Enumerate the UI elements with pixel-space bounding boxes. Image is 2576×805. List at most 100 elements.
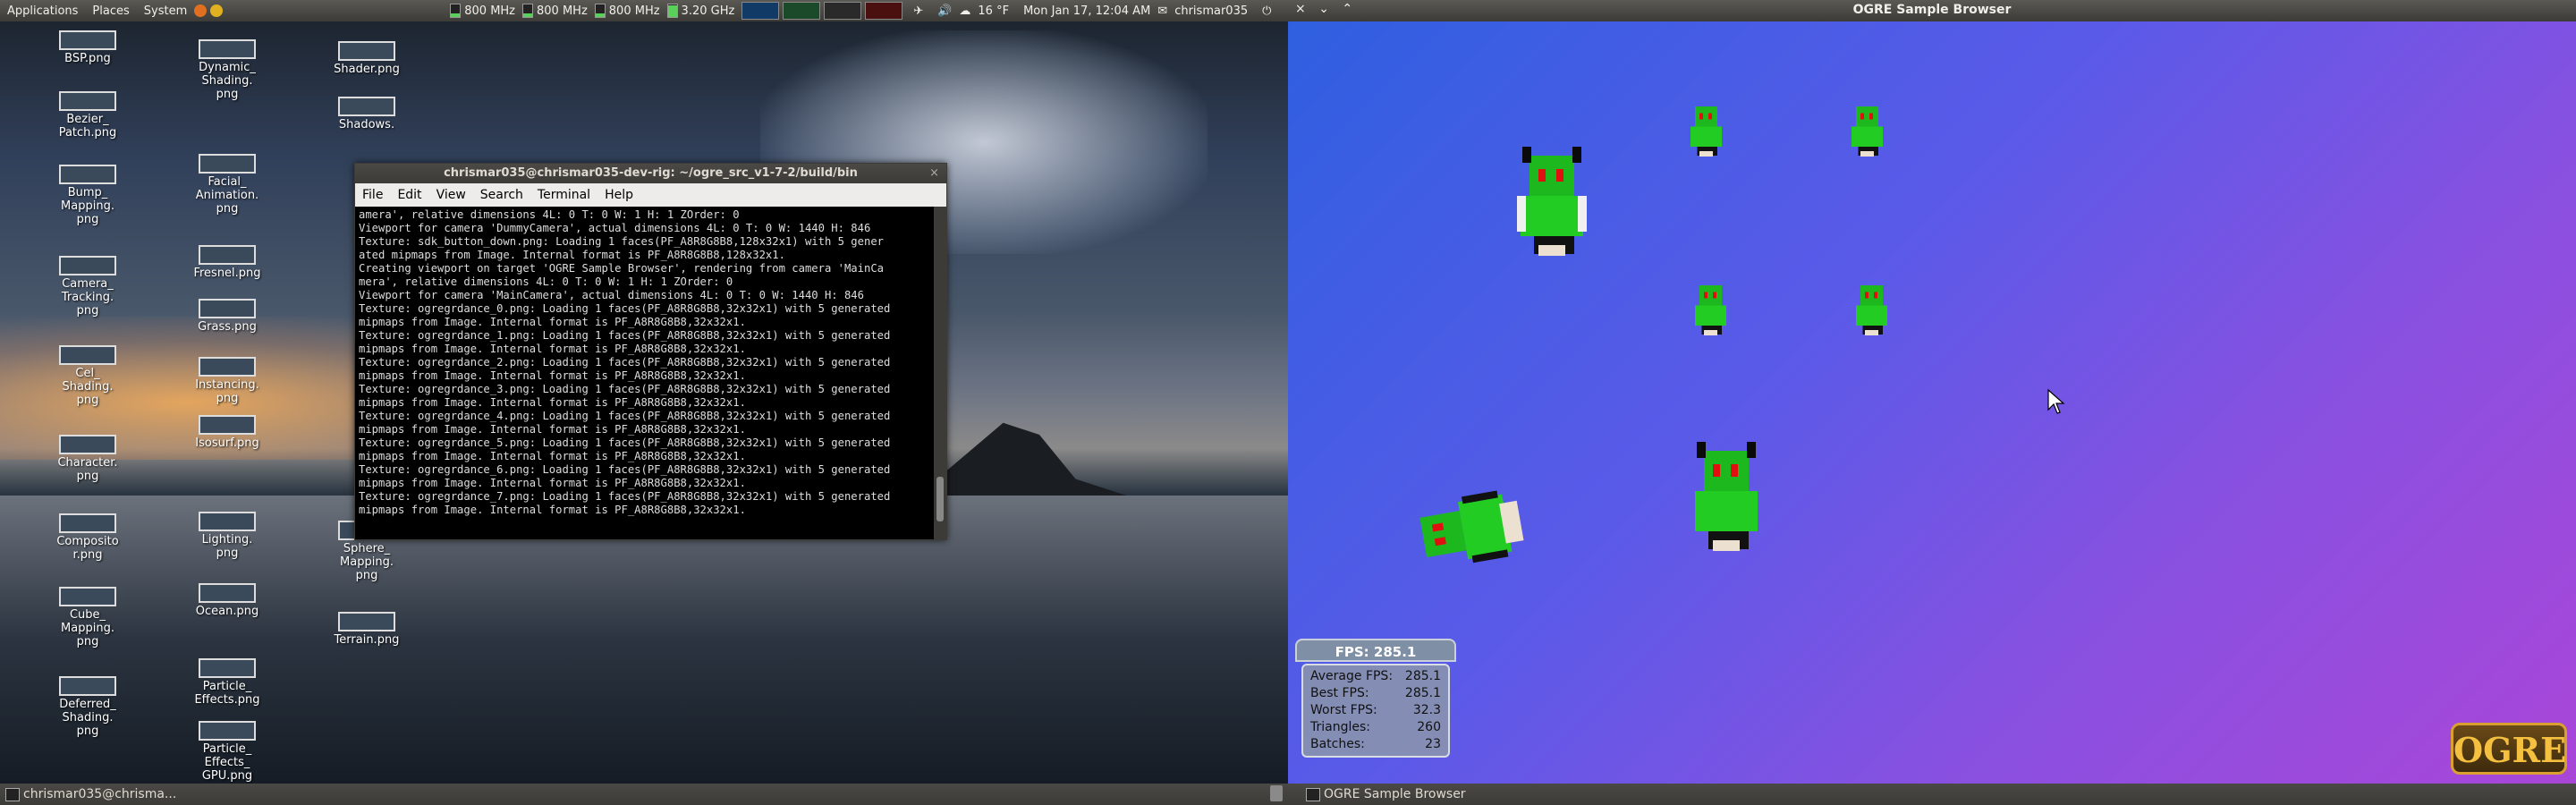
desktop-icon[interactable]: BSP.png — [43, 30, 132, 65]
firefox-icon[interactable] — [194, 4, 208, 17]
desktop-icon[interactable]: Ocean.png — [182, 583, 272, 618]
file-thumbnail-icon — [59, 587, 116, 606]
chrome-icon[interactable] — [210, 4, 224, 17]
system-menu[interactable]: System — [137, 4, 194, 18]
ogre-render-view[interactable]: FPS: 285.1 Average FPS: 285.1 Best FPS: 28… — [1288, 21, 2576, 784]
terminal-line: mipmaps from Image. Internal format is P… — [359, 369, 746, 382]
terminal-line: mera', relative dimensions 4L: 0 T: 0 W:… — [359, 275, 733, 288]
terminal-window[interactable]: chrismar035@chrismar035-dev-rig: ~/ogre_… — [354, 163, 947, 540]
terminal-line: mipmaps from Image. Internal format is P… — [359, 316, 746, 328]
desktop-icon[interactable]: Terrain.png — [322, 612, 411, 647]
network-graph[interactable] — [824, 2, 862, 20]
terminal-line: Viewport for camera 'DummyCamera', actua… — [359, 222, 871, 234]
terminal-line: Texture: ogregrdance_1.png: Loading 1 fa… — [359, 329, 891, 342]
ogre-robot-5 — [1856, 285, 1887, 335]
desktop-icon[interactable]: Cel_ Shading. png — [43, 345, 132, 407]
menu-help[interactable]: Help — [597, 188, 640, 202]
file-thumbnail-icon — [199, 245, 256, 265]
user-name[interactable]: chrismar035 — [1167, 4, 1255, 18]
bottom-panel: chrismar035@chrisma... OGRE Sample Brows… — [0, 784, 2576, 805]
terminal-line: ated mipmaps from Image. Internal format… — [359, 249, 785, 261]
taskbar-terminal[interactable]: chrismar035@chrisma... — [2, 786, 176, 802]
menu-file[interactable]: File — [355, 188, 390, 202]
terminal-line: Texture: ogregrdance_2.png: Loading 1 fa… — [359, 356, 891, 369]
desktop-icon[interactable]: Camera_ Tracking. png — [43, 256, 132, 318]
ogre-robot-2 — [1690, 106, 1722, 157]
desktop-icon[interactable]: Particle_ Effects.png — [182, 658, 272, 707]
terminal-line: Creating viewport on target 'OGRE Sample… — [359, 262, 884, 275]
stat-worst-fps: Worst FPS: 32.3 — [1310, 703, 1441, 717]
terminal-line: Texture: ogregrdance_7.png: Loading 1 fa… — [359, 490, 891, 503]
ogre-titlebar[interactable]: × ⌄ ⌃ OGRE Sample Browser — [1288, 0, 2576, 21]
cpu-freq-1[interactable]: 800 MHz — [450, 4, 515, 18]
taskbar-ogre[interactable]: OGRE Sample Browser — [1302, 786, 1466, 802]
terminal-line: mipmaps from Image. Internal format is P… — [359, 477, 746, 489]
places-menu[interactable]: Places — [85, 4, 136, 18]
file-thumbnail-icon — [199, 39, 256, 59]
desktop-icon[interactable]: Grass.png — [182, 299, 272, 334]
desktop-icon-label: Isosurf.png — [195, 436, 259, 450]
desktop-icon[interactable]: Lighting. png — [182, 512, 272, 560]
desktop-icon[interactable]: Composito r.png — [43, 513, 132, 562]
desktop-icon[interactable]: Shadows. — [322, 97, 411, 131]
clock[interactable]: Mon Jan 17, 12:04 AM — [1016, 4, 1157, 18]
menu-view[interactable]: View — [429, 188, 473, 202]
desktop-icon[interactable]: Bump_ Mapping. png — [43, 165, 132, 226]
desktop-icon[interactable]: Fresnel.png — [182, 245, 272, 280]
terminal-titlebar[interactable]: chrismar035@chrismar035-dev-rig: ~/ogre_… — [355, 164, 946, 183]
weather-icon[interactable]: ☁ — [959, 4, 970, 18]
weather-text[interactable]: 16 °F — [970, 4, 1016, 18]
desktop-icon[interactable]: Dynamic_ Shading. png — [182, 39, 272, 101]
terminal-line: Texture: sdk_button_down.png: Loading 1 … — [359, 235, 884, 248]
desktop-icon[interactable]: Bezier_ Patch.png — [43, 91, 132, 140]
desktop-icon[interactable]: Isosurf.png — [182, 415, 272, 450]
ogre-window-title: OGRE Sample Browser — [1852, 3, 2012, 17]
menu-search[interactable]: Search — [473, 188, 530, 202]
close-icon[interactable]: × — [929, 164, 939, 183]
cpu-freq-4[interactable]: 3.20 GHz — [666, 4, 734, 18]
desktop-icon-label: Dynamic_ Shading. png — [199, 61, 256, 101]
desktop-icon[interactable]: Deferred_ Shading. png — [43, 676, 132, 738]
load-graph[interactable] — [865, 2, 903, 20]
terminal-scrollbar[interactable] — [934, 207, 946, 539]
desktop-icon-label: Cel_ Shading. png — [62, 367, 114, 407]
cpu-graph[interactable] — [741, 2, 780, 20]
file-thumbnail-icon — [59, 676, 116, 696]
desktop-icon[interactable]: Shader.png — [322, 41, 411, 76]
desktop-icon[interactable]: Instancing. png — [182, 357, 272, 405]
file-thumbnail-icon — [199, 721, 256, 741]
terminal-menubar: File Edit View Search Terminal Help — [355, 183, 946, 207]
desktop-icon-label: Fresnel.png — [193, 267, 261, 280]
desktop-icon-label: Cube_ Mapping. png — [61, 608, 114, 648]
applications-menu[interactable]: Applications — [0, 4, 85, 18]
terminal-line: mipmaps from Image. Internal format is P… — [359, 504, 746, 516]
memory-graph[interactable] — [783, 2, 821, 20]
menu-terminal[interactable]: Terminal — [530, 188, 597, 202]
top-panel: Applications Places System 800 MHz 800 M… — [0, 0, 1288, 21]
mouse-cursor — [2047, 388, 2065, 414]
stat-triangles: Triangles: 260 — [1310, 720, 1441, 734]
volume-icon[interactable]: 🔊 — [930, 4, 959, 18]
stat-batches: Batches: 23 — [1310, 737, 1441, 751]
trash-icon[interactable] — [1270, 785, 1283, 801]
scrollbar-thumb[interactable] — [936, 477, 944, 521]
cpu-freq-2[interactable]: 800 MHz — [522, 4, 588, 18]
file-thumbnail-icon — [338, 612, 395, 631]
ogre-robot-6 — [1695, 442, 1758, 551]
network-icon[interactable]: ✈ — [906, 4, 930, 18]
cpu-freq-3[interactable]: 800 MHz — [594, 4, 660, 18]
power-icon[interactable]: ⏻ — [1255, 4, 1278, 18]
file-thumbnail-icon — [59, 513, 116, 533]
desktop-icon-label: Bezier_ Patch.png — [58, 113, 117, 140]
ogre-robot-fallen — [1419, 490, 1524, 564]
desktop-icon[interactable]: Character. png — [43, 435, 132, 483]
terminal-output[interactable]: amera', relative dimensions 4L: 0 T: 0 W… — [355, 207, 934, 539]
mail-icon[interactable]: ✉ — [1157, 4, 1167, 18]
desktop-icon[interactable]: Cube_ Mapping. png — [43, 587, 132, 648]
desktop-icon[interactable]: Particle_ Effects_ GPU.png — [182, 721, 272, 783]
desktop-icon[interactable]: Facial_ Animation. png — [182, 154, 272, 216]
ogre-robot-3 — [1852, 106, 1883, 157]
file-thumbnail-icon — [199, 583, 256, 603]
menu-edit[interactable]: Edit — [390, 188, 428, 202]
terminal-line: Texture: ogregrdance_5.png: Loading 1 fa… — [359, 436, 891, 449]
